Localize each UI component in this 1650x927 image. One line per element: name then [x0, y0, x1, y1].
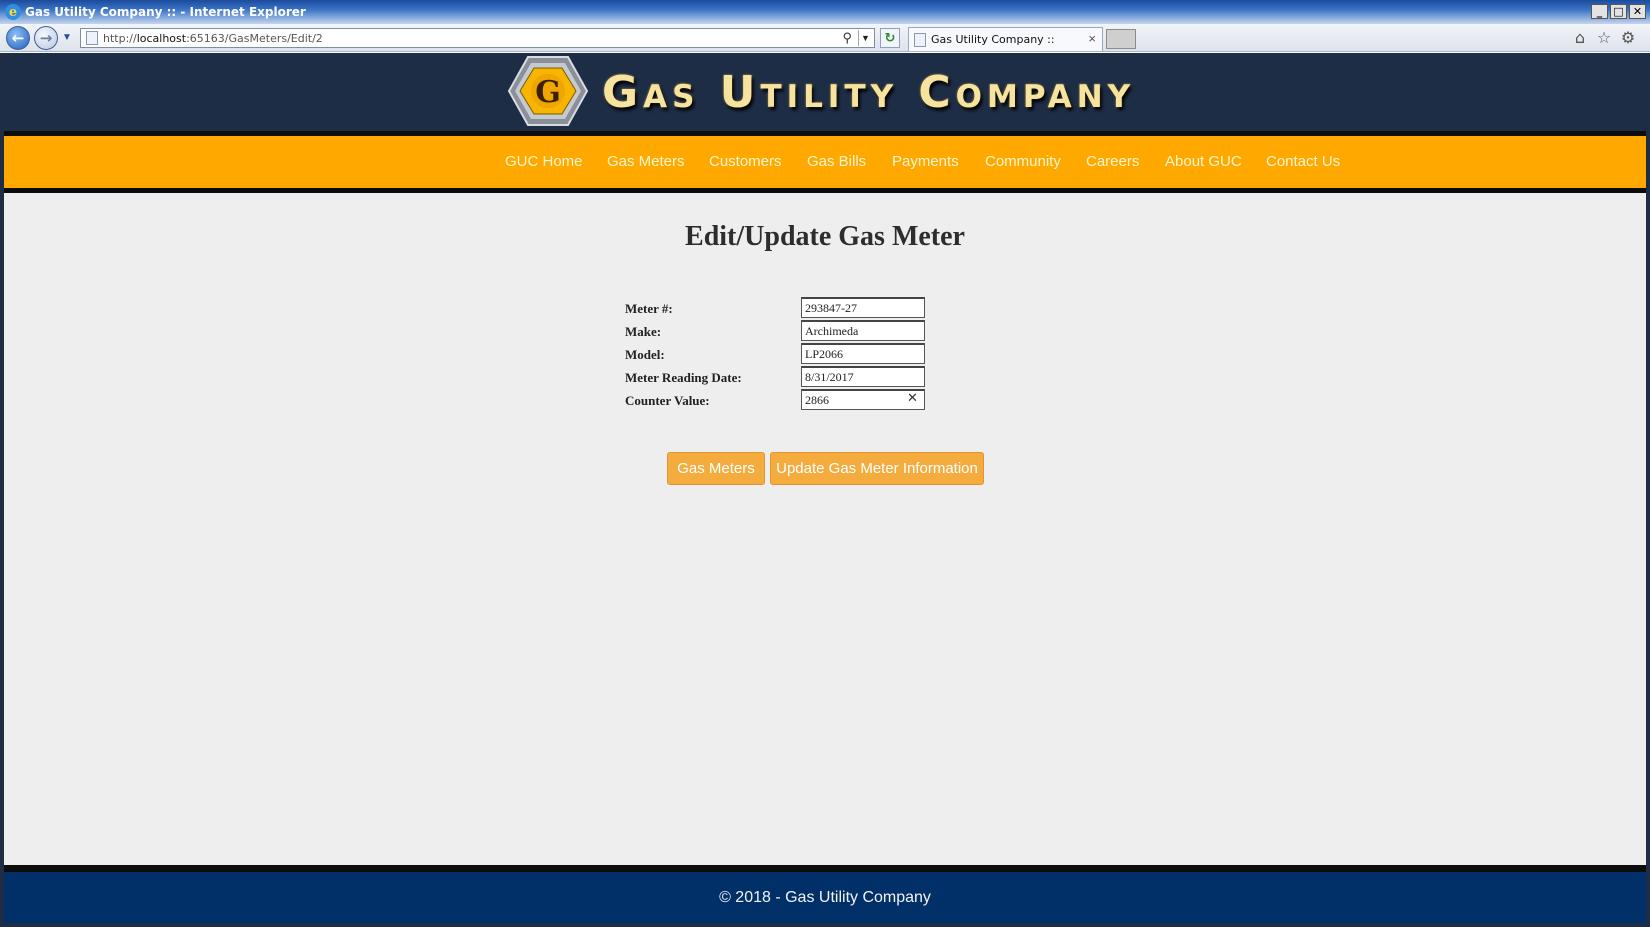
refresh-icon[interactable]: ↻	[880, 28, 900, 48]
menu-item-contact-us[interactable]: Contact Us	[1266, 153, 1340, 170]
close-window-button[interactable]: ✕	[1629, 4, 1646, 19]
menu-item-gas-bills[interactable]: Gas Bills	[807, 153, 866, 170]
maximize-button[interactable]: □	[1610, 4, 1627, 19]
back-icon[interactable]: ←	[6, 26, 30, 50]
internet-explorer-icon: e	[5, 4, 21, 20]
window-bottom-edge	[0, 923, 1650, 927]
browser-tab[interactable]: Gas Utility Company :: ×	[908, 27, 1103, 51]
meter-number-label: Meter #:	[625, 301, 673, 316]
favorites-star-icon[interactable]: ☆	[1594, 28, 1614, 48]
url-path: :65163/GasMeters/Edit/2	[186, 31, 323, 45]
meter-reading-date-input[interactable]	[801, 366, 925, 387]
home-icon[interactable]: ⌂	[1570, 28, 1590, 48]
clear-input-icon[interactable]: ✕	[907, 391, 918, 406]
make-label: Make:	[625, 324, 662, 339]
main-content: Edit/Update Gas Meter Meter #: Make: Mod…	[4, 193, 1646, 865]
menu-item-gas-meters[interactable]: Gas Meters	[607, 153, 685, 170]
page-icon	[86, 31, 98, 45]
url-prefix: http://	[103, 31, 137, 45]
logo-letter: G	[535, 75, 561, 110]
menu-item-guc-home[interactable]: GUC Home	[505, 153, 583, 170]
search-icon[interactable]: ⚲	[842, 29, 852, 47]
window-controls: _ □ ✕	[1591, 4, 1646, 19]
make-input[interactable]	[801, 320, 925, 341]
address-dropdown-icon[interactable]: ▼	[858, 30, 872, 46]
address-bar[interactable]: http://localhost:65163/GasMeters/Edit/2 …	[80, 28, 875, 48]
browser-toolbar: ← → ▼ http://localhost:65163/GasMeters/E…	[0, 24, 1650, 52]
copyright-text: © 2018 - Gas Utility Company	[719, 888, 931, 906]
settings-gear-icon[interactable]: ⚙	[1618, 28, 1638, 48]
model-label: Model:	[625, 347, 665, 362]
menu-item-about-guc[interactable]: About GUC	[1165, 153, 1242, 170]
page-title: Edit/Update Gas Meter	[685, 221, 965, 252]
main-menu: GUC Home Gas Meters Customers Gas Bills …	[4, 136, 1646, 188]
window-titlebar: e Gas Utility Company :: - Internet Expl…	[0, 0, 1650, 24]
model-input[interactable]	[801, 343, 925, 364]
brand-name: Gas Utility Company	[602, 67, 1136, 118]
site-footer: © 2018 - Gas Utility Company	[4, 872, 1646, 923]
meter-number-input[interactable]	[801, 297, 925, 318]
menu-item-customers[interactable]: Customers	[709, 153, 782, 170]
counter-value-label: Counter Value:	[625, 393, 710, 408]
tab-title: Gas Utility Company ::	[931, 33, 1055, 46]
window-title: Gas Utility Company :: - Internet Explor…	[25, 5, 306, 19]
history-dropdown-icon[interactable]: ▼	[62, 32, 72, 43]
new-tab-button[interactable]	[1106, 29, 1136, 49]
url-text[interactable]: http://localhost:65163/GasMeters/Edit/2	[103, 32, 323, 45]
company-logo[interactable]: G	[508, 55, 588, 127]
minimize-button[interactable]: _	[1591, 4, 1608, 19]
forward-icon[interactable]: →	[34, 26, 58, 50]
tab-page-icon	[914, 32, 926, 47]
update-gas-meter-button[interactable]: Update Gas Meter Information	[770, 452, 984, 485]
menu-item-community[interactable]: Community	[985, 153, 1061, 170]
url-host: localhost	[136, 31, 187, 45]
meter-reading-date-label: Meter Reading Date:	[625, 370, 742, 385]
site-header: G Gas Utility Company	[4, 53, 1646, 131]
menu-item-careers[interactable]: Careers	[1086, 153, 1139, 170]
gas-meters-button[interactable]: Gas Meters	[667, 452, 765, 485]
menu-item-payments[interactable]: Payments	[892, 153, 959, 170]
close-tab-icon[interactable]: ×	[1088, 31, 1096, 46]
footer-border	[4, 865, 1646, 872]
